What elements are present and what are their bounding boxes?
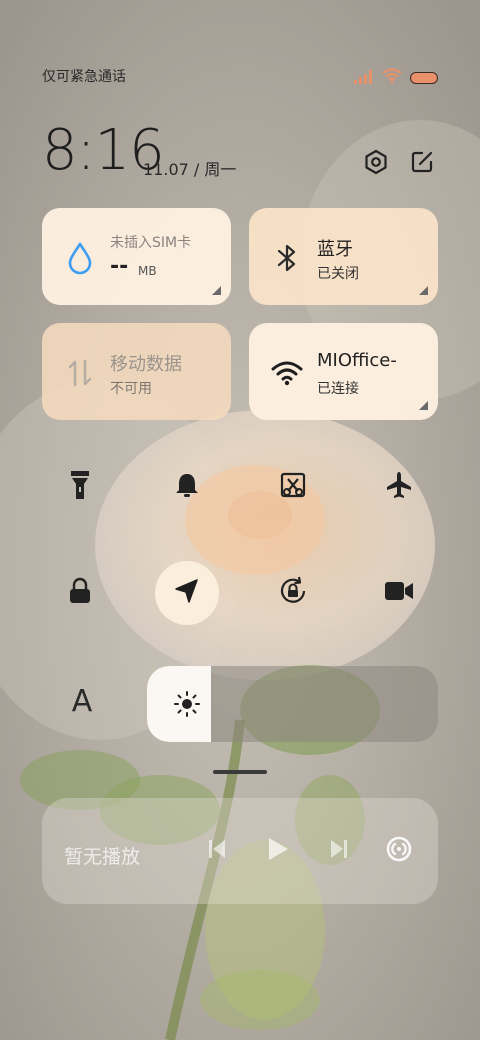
sun-icon (173, 690, 201, 718)
settings-button[interactable] (360, 148, 392, 180)
mobile-data-status: 不可用 (110, 381, 152, 397)
status-icons (354, 68, 438, 88)
play-icon (266, 836, 290, 866)
bell-icon (174, 471, 200, 503)
date-label: 11.07 / 周一 (143, 160, 237, 179)
location-icon (173, 577, 201, 609)
previous-track-button[interactable] (202, 836, 232, 866)
battery-icon (410, 69, 438, 88)
bluetooth-status: 已关闭 (317, 266, 359, 282)
edit-icon (410, 150, 434, 178)
edit-button[interactable] (406, 148, 438, 180)
airplane-mode-toggle[interactable] (367, 455, 431, 519)
rotation-lock-icon (277, 575, 309, 611)
font-size-button[interactable]: A (60, 680, 104, 724)
skip-next-icon (329, 838, 349, 864)
sim-status-label: 未插入SIM卡 (110, 235, 192, 251)
brightness-slider[interactable] (147, 666, 438, 742)
play-button[interactable] (263, 836, 293, 866)
screenshot-toggle[interactable] (261, 455, 325, 519)
data-usage-tile[interactable]: 未插入SIM卡 -- MB (42, 208, 231, 305)
mobile-data-tile[interactable]: 移动数据 不可用 (42, 323, 231, 420)
lock-screen-toggle[interactable] (48, 561, 112, 625)
media-title: 暂无播放 (64, 846, 141, 868)
wifi-icon (382, 68, 402, 88)
screen-record-toggle[interactable] (367, 561, 431, 625)
bluetooth-icon (271, 242, 303, 274)
data-usage-value: -- (110, 254, 129, 279)
expand-corner-icon (419, 401, 428, 410)
flashlight-toggle[interactable] (48, 455, 112, 519)
settings-icon (363, 149, 389, 179)
mobile-data-title: 移动数据 (110, 354, 182, 375)
media-player-card[interactable]: 暂无播放 (42, 798, 438, 904)
cast-icon (385, 835, 413, 867)
droplet-icon (64, 242, 96, 275)
signal-icon (354, 69, 374, 88)
wifi-tile[interactable]: MIOffice- 已连接 (249, 323, 438, 420)
carrier-status: 仅可紧急通话 (42, 69, 126, 85)
cast-button[interactable] (384, 836, 414, 866)
flashlight-icon (69, 469, 91, 505)
wifi-status: 已连接 (317, 381, 359, 397)
bluetooth-tile[interactable]: 蓝牙 已关闭 (249, 208, 438, 305)
wifi-icon (271, 357, 303, 389)
wifi-network-name: MIOffice- (317, 350, 397, 371)
skip-previous-icon (207, 838, 227, 864)
next-track-button[interactable] (324, 836, 354, 866)
location-toggle[interactable] (155, 561, 219, 625)
airplane-icon (384, 470, 414, 504)
lock-icon (68, 577, 92, 609)
panel-drag-handle[interactable] (213, 770, 267, 774)
rotation-lock-toggle[interactable] (261, 561, 325, 625)
expand-corner-icon (212, 286, 221, 295)
expand-corner-icon (419, 286, 428, 295)
mobile-data-icon (64, 357, 96, 389)
bluetooth-title: 蓝牙 (317, 239, 353, 260)
video-camera-icon (384, 580, 414, 606)
screenshot-icon (279, 471, 307, 503)
data-usage-unit: MB (138, 264, 157, 278)
mute-toggle[interactable] (155, 455, 219, 519)
